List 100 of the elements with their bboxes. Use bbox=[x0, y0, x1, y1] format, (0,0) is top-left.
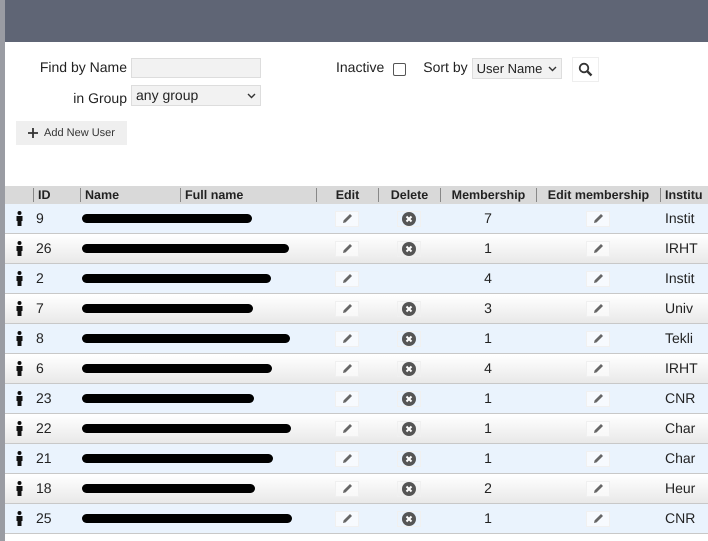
edit-button[interactable] bbox=[335, 210, 359, 226]
institution-cell: Heur bbox=[665, 480, 696, 496]
edit-button[interactable] bbox=[335, 360, 359, 376]
membership-cell: 2 bbox=[484, 480, 492, 496]
edit-button[interactable] bbox=[586, 360, 610, 376]
person-icon bbox=[16, 211, 22, 226]
table-row[interactable]: 8 1 Tekli bbox=[5, 324, 708, 354]
pencil-icon bbox=[342, 303, 352, 314]
edit-button[interactable] bbox=[586, 240, 610, 256]
edit-button[interactable] bbox=[335, 270, 359, 286]
pencil-icon bbox=[342, 393, 352, 404]
delete-button[interactable] bbox=[397, 450, 421, 466]
close-icon bbox=[402, 512, 416, 526]
edit-button[interactable] bbox=[586, 510, 610, 526]
table-row[interactable]: 23 1 CNR bbox=[5, 384, 708, 414]
delete-button[interactable] bbox=[397, 330, 421, 346]
id-cell: 8 bbox=[36, 330, 44, 346]
membership-cell: 7 bbox=[484, 210, 492, 226]
edit-button[interactable] bbox=[586, 330, 610, 346]
column-header[interactable]: Edit membership bbox=[536, 188, 660, 202]
close-icon bbox=[402, 392, 416, 406]
edit-button[interactable] bbox=[335, 390, 359, 406]
person-icon bbox=[16, 391, 22, 406]
pencil-icon bbox=[342, 423, 352, 434]
membership-cell: 1 bbox=[484, 240, 492, 256]
institution-cell: IRHT bbox=[665, 360, 698, 376]
institution-cell: Char bbox=[665, 420, 696, 436]
delete-button[interactable] bbox=[397, 240, 421, 256]
id-cell: 22 bbox=[36, 420, 52, 436]
pencil-icon bbox=[342, 243, 352, 254]
pencil-icon bbox=[592, 243, 604, 254]
id-cell: 9 bbox=[36, 210, 44, 226]
column-header[interactable]: Delete bbox=[378, 188, 440, 202]
membership-cell: 1 bbox=[484, 450, 492, 466]
id-cell: 25 bbox=[36, 510, 52, 526]
column-header[interactable]: ID bbox=[33, 188, 80, 202]
delete-button[interactable] bbox=[397, 360, 421, 376]
institution-cell: Instit bbox=[665, 210, 695, 226]
edit-button[interactable] bbox=[586, 390, 610, 406]
edit-button[interactable] bbox=[586, 480, 610, 496]
edit-button[interactable] bbox=[335, 330, 359, 346]
membership-cell: 1 bbox=[484, 420, 492, 436]
person-icon bbox=[16, 241, 22, 256]
close-icon bbox=[402, 242, 416, 256]
pencil-icon bbox=[592, 453, 604, 464]
person-icon bbox=[16, 301, 22, 316]
membership-cell: 1 bbox=[484, 390, 492, 406]
id-cell: 2 bbox=[36, 270, 44, 286]
table-row[interactable]: 21 1 Char bbox=[5, 444, 708, 474]
sort-label: Sort by bbox=[423, 58, 468, 77]
delete-button[interactable] bbox=[397, 210, 421, 226]
table-row[interactable]: 25 1 CNR bbox=[5, 504, 708, 534]
column-header[interactable]: Full name bbox=[180, 188, 316, 202]
person-icon bbox=[16, 271, 22, 286]
edit-button[interactable] bbox=[586, 300, 610, 316]
institution-cell: Instit bbox=[665, 270, 695, 286]
membership-cell: 4 bbox=[484, 360, 492, 376]
id-cell: 7 bbox=[36, 300, 44, 316]
add-user-button[interactable]: Add New User bbox=[16, 121, 127, 145]
edit-button[interactable] bbox=[586, 420, 610, 436]
column-header[interactable]: Institu bbox=[660, 188, 708, 202]
id-cell: 26 bbox=[36, 240, 52, 256]
delete-button[interactable] bbox=[397, 480, 421, 496]
search-button[interactable] bbox=[572, 57, 600, 82]
name-field[interactable] bbox=[131, 58, 261, 78]
pencil-icon bbox=[592, 393, 604, 404]
edit-button[interactable] bbox=[586, 450, 610, 466]
close-icon bbox=[402, 212, 416, 226]
delete-button[interactable] bbox=[397, 300, 421, 316]
edit-button[interactable] bbox=[586, 210, 610, 226]
delete-button[interactable] bbox=[397, 390, 421, 406]
id-cell: 6 bbox=[36, 360, 44, 376]
pencil-icon bbox=[592, 303, 604, 314]
column-header[interactable]: Membership bbox=[440, 188, 536, 202]
delete-button[interactable] bbox=[397, 510, 421, 526]
pencil-icon bbox=[592, 333, 604, 344]
membership-cell: 4 bbox=[484, 270, 492, 286]
edit-button[interactable] bbox=[586, 270, 610, 286]
pencil-icon bbox=[592, 213, 604, 224]
pencil-icon bbox=[342, 333, 352, 344]
table-row[interactable]: 9 7 Instit bbox=[5, 204, 708, 234]
column-header[interactable]: Name bbox=[80, 188, 180, 202]
inactive-label: Inactive bbox=[336, 58, 384, 77]
edit-button[interactable] bbox=[335, 240, 359, 256]
column-header[interactable]: Edit bbox=[316, 188, 378, 202]
group-select[interactable]: any group bbox=[131, 85, 261, 106]
edit-button[interactable] bbox=[335, 480, 359, 496]
edit-button[interactable] bbox=[335, 450, 359, 466]
person-icon bbox=[16, 481, 22, 496]
plus-icon bbox=[28, 128, 38, 138]
sort-select[interactable]: User Name bbox=[472, 58, 562, 79]
delete-button[interactable] bbox=[397, 420, 421, 436]
person-icon bbox=[16, 331, 22, 346]
pencil-icon bbox=[592, 273, 604, 284]
edit-button[interactable] bbox=[335, 510, 359, 526]
close-icon bbox=[402, 332, 416, 346]
caret-icon bbox=[548, 66, 558, 72]
edit-button[interactable] bbox=[335, 300, 359, 316]
table-row[interactable]: 2 4 Instit bbox=[5, 264, 708, 294]
edit-button[interactable] bbox=[335, 420, 359, 436]
